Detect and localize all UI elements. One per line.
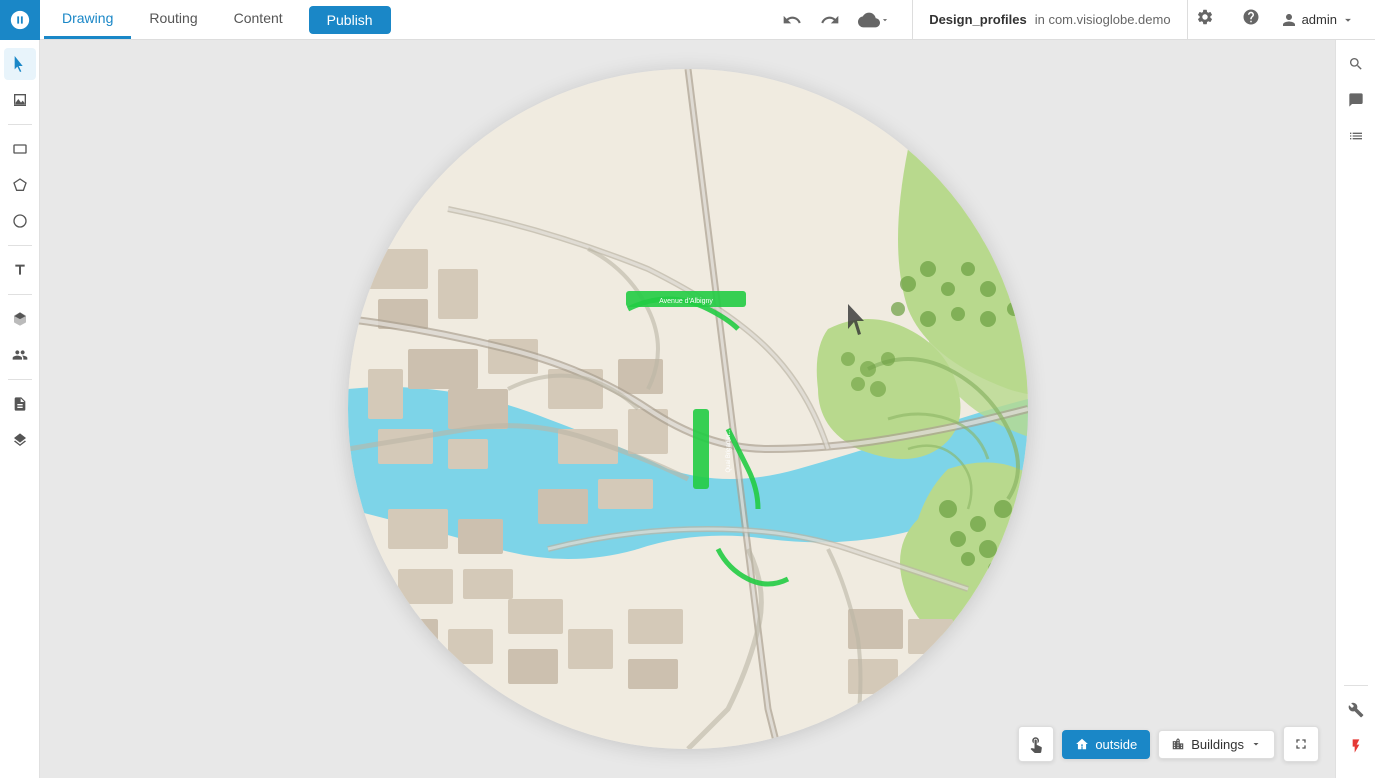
redo-icon: [820, 10, 840, 30]
cursor-icon: [12, 56, 28, 72]
circle-icon: [12, 213, 28, 229]
select-tool-button[interactable]: [4, 48, 36, 80]
app-logo: [0, 0, 40, 40]
cloud-icon: [858, 9, 880, 31]
project-info: Design_profiles in com.visioglobe.demo: [912, 0, 1187, 39]
toolbar-sep-1: [8, 124, 32, 125]
rectangle-icon: [12, 141, 28, 157]
outside-label: outside: [1095, 737, 1137, 752]
settings-button[interactable]: [1188, 4, 1222, 35]
text-icon: [12, 262, 28, 278]
navbar: Drawing Routing Content Publish Design_p…: [0, 0, 1375, 40]
tab-drawing[interactable]: Drawing: [44, 0, 131, 39]
checklist-icon: [1348, 128, 1364, 144]
map-canvas[interactable]: Avenue d'Albigny Quai Brigadier...: [40, 40, 1335, 778]
map-svg: Avenue d'Albigny Quai Brigadier...: [348, 69, 1028, 749]
comments-button[interactable]: [1340, 84, 1372, 116]
buildings-icon: [1171, 737, 1185, 751]
user-menu[interactable]: admin: [1272, 7, 1363, 33]
layers-tool-button[interactable]: [4, 424, 36, 456]
text-tool-button[interactable]: [4, 254, 36, 286]
settings-icon: [1196, 8, 1214, 26]
fullscreen-icon: [1293, 736, 1309, 752]
analytics-tool-button[interactable]: [4, 84, 36, 116]
3d-tool-button[interactable]: [4, 303, 36, 335]
layers-doc-button[interactable]: [4, 388, 36, 420]
help-icon: [1242, 8, 1260, 26]
analytics-icon: [12, 92, 28, 108]
polygon-icon: [12, 177, 28, 193]
user-icon: [1280, 11, 1298, 29]
main-area: Avenue d'Albigny Quai Brigadier...: [0, 40, 1375, 778]
user-name: admin: [1302, 12, 1337, 27]
layers-icon: [12, 432, 28, 448]
3d-icon: [12, 311, 28, 327]
undo-icon: [782, 10, 802, 30]
lightning-icon: [1348, 738, 1364, 754]
circle-tool-button[interactable]: [4, 205, 36, 237]
document-icon: [12, 396, 28, 412]
right-panel-bottom: [1340, 694, 1372, 770]
fullscreen-button[interactable]: [1283, 726, 1319, 762]
cloud-button[interactable]: [852, 5, 896, 35]
comments-icon: [1348, 92, 1364, 108]
search-icon: [1348, 56, 1364, 72]
toolbar-sep-3: [8, 294, 32, 295]
right-panel: [1335, 40, 1375, 778]
user-dropdown-icon: [1341, 13, 1355, 27]
map-circle[interactable]: Avenue d'Albigny Quai Brigadier...: [348, 69, 1028, 749]
svg-text:Quai Brigadier...: Quai Brigadier...: [726, 429, 732, 472]
polygon-tool-button[interactable]: [4, 169, 36, 201]
project-name: Design_profiles: [929, 12, 1027, 27]
left-toolbar: [0, 40, 40, 778]
nav-tabs: Drawing Routing Content: [44, 0, 301, 39]
logo-icon: [9, 9, 31, 31]
people-tool-button[interactable]: [4, 339, 36, 371]
undo-button[interactable]: [776, 6, 808, 34]
people-icon: [12, 347, 28, 363]
search-panel-button[interactable]: [1340, 48, 1372, 80]
buildings-label: Buildings: [1191, 737, 1244, 752]
redo-button[interactable]: [814, 6, 846, 34]
wrench-button[interactable]: [1340, 694, 1372, 726]
right-panel-top: [1340, 48, 1372, 677]
buildings-button[interactable]: Buildings: [1158, 730, 1275, 759]
toolbar-controls: [776, 5, 896, 35]
pan-tool-button[interactable]: [1018, 726, 1054, 762]
help-button[interactable]: [1234, 4, 1268, 35]
wrench-icon: [1348, 702, 1364, 718]
toolbar-sep-2: [8, 245, 32, 246]
building-icon: [1075, 737, 1089, 751]
project-context: in com.visioglobe.demo: [1035, 12, 1171, 27]
buildings-dropdown-icon: [1250, 738, 1262, 750]
publish-button[interactable]: Publish: [309, 6, 391, 34]
outside-button[interactable]: outside: [1062, 730, 1150, 759]
tab-routing[interactable]: Routing: [131, 0, 215, 39]
right-sep: [1344, 685, 1368, 686]
map-container: Avenue d'Albigny Quai Brigadier...: [40, 40, 1335, 778]
tab-content[interactable]: Content: [216, 0, 301, 39]
checklist-button[interactable]: [1340, 120, 1372, 152]
svg-text:Avenue d'Albigny: Avenue d'Albigny: [659, 298, 713, 305]
lightning-button[interactable]: [1340, 730, 1372, 762]
chevron-down-icon: [880, 15, 890, 25]
bottom-bar: outside Buildings: [1018, 726, 1319, 762]
toolbar-sep-4: [8, 379, 32, 380]
rectangle-tool-button[interactable]: [4, 133, 36, 165]
hand-icon: [1027, 735, 1045, 753]
navbar-right: admin: [1222, 4, 1375, 35]
